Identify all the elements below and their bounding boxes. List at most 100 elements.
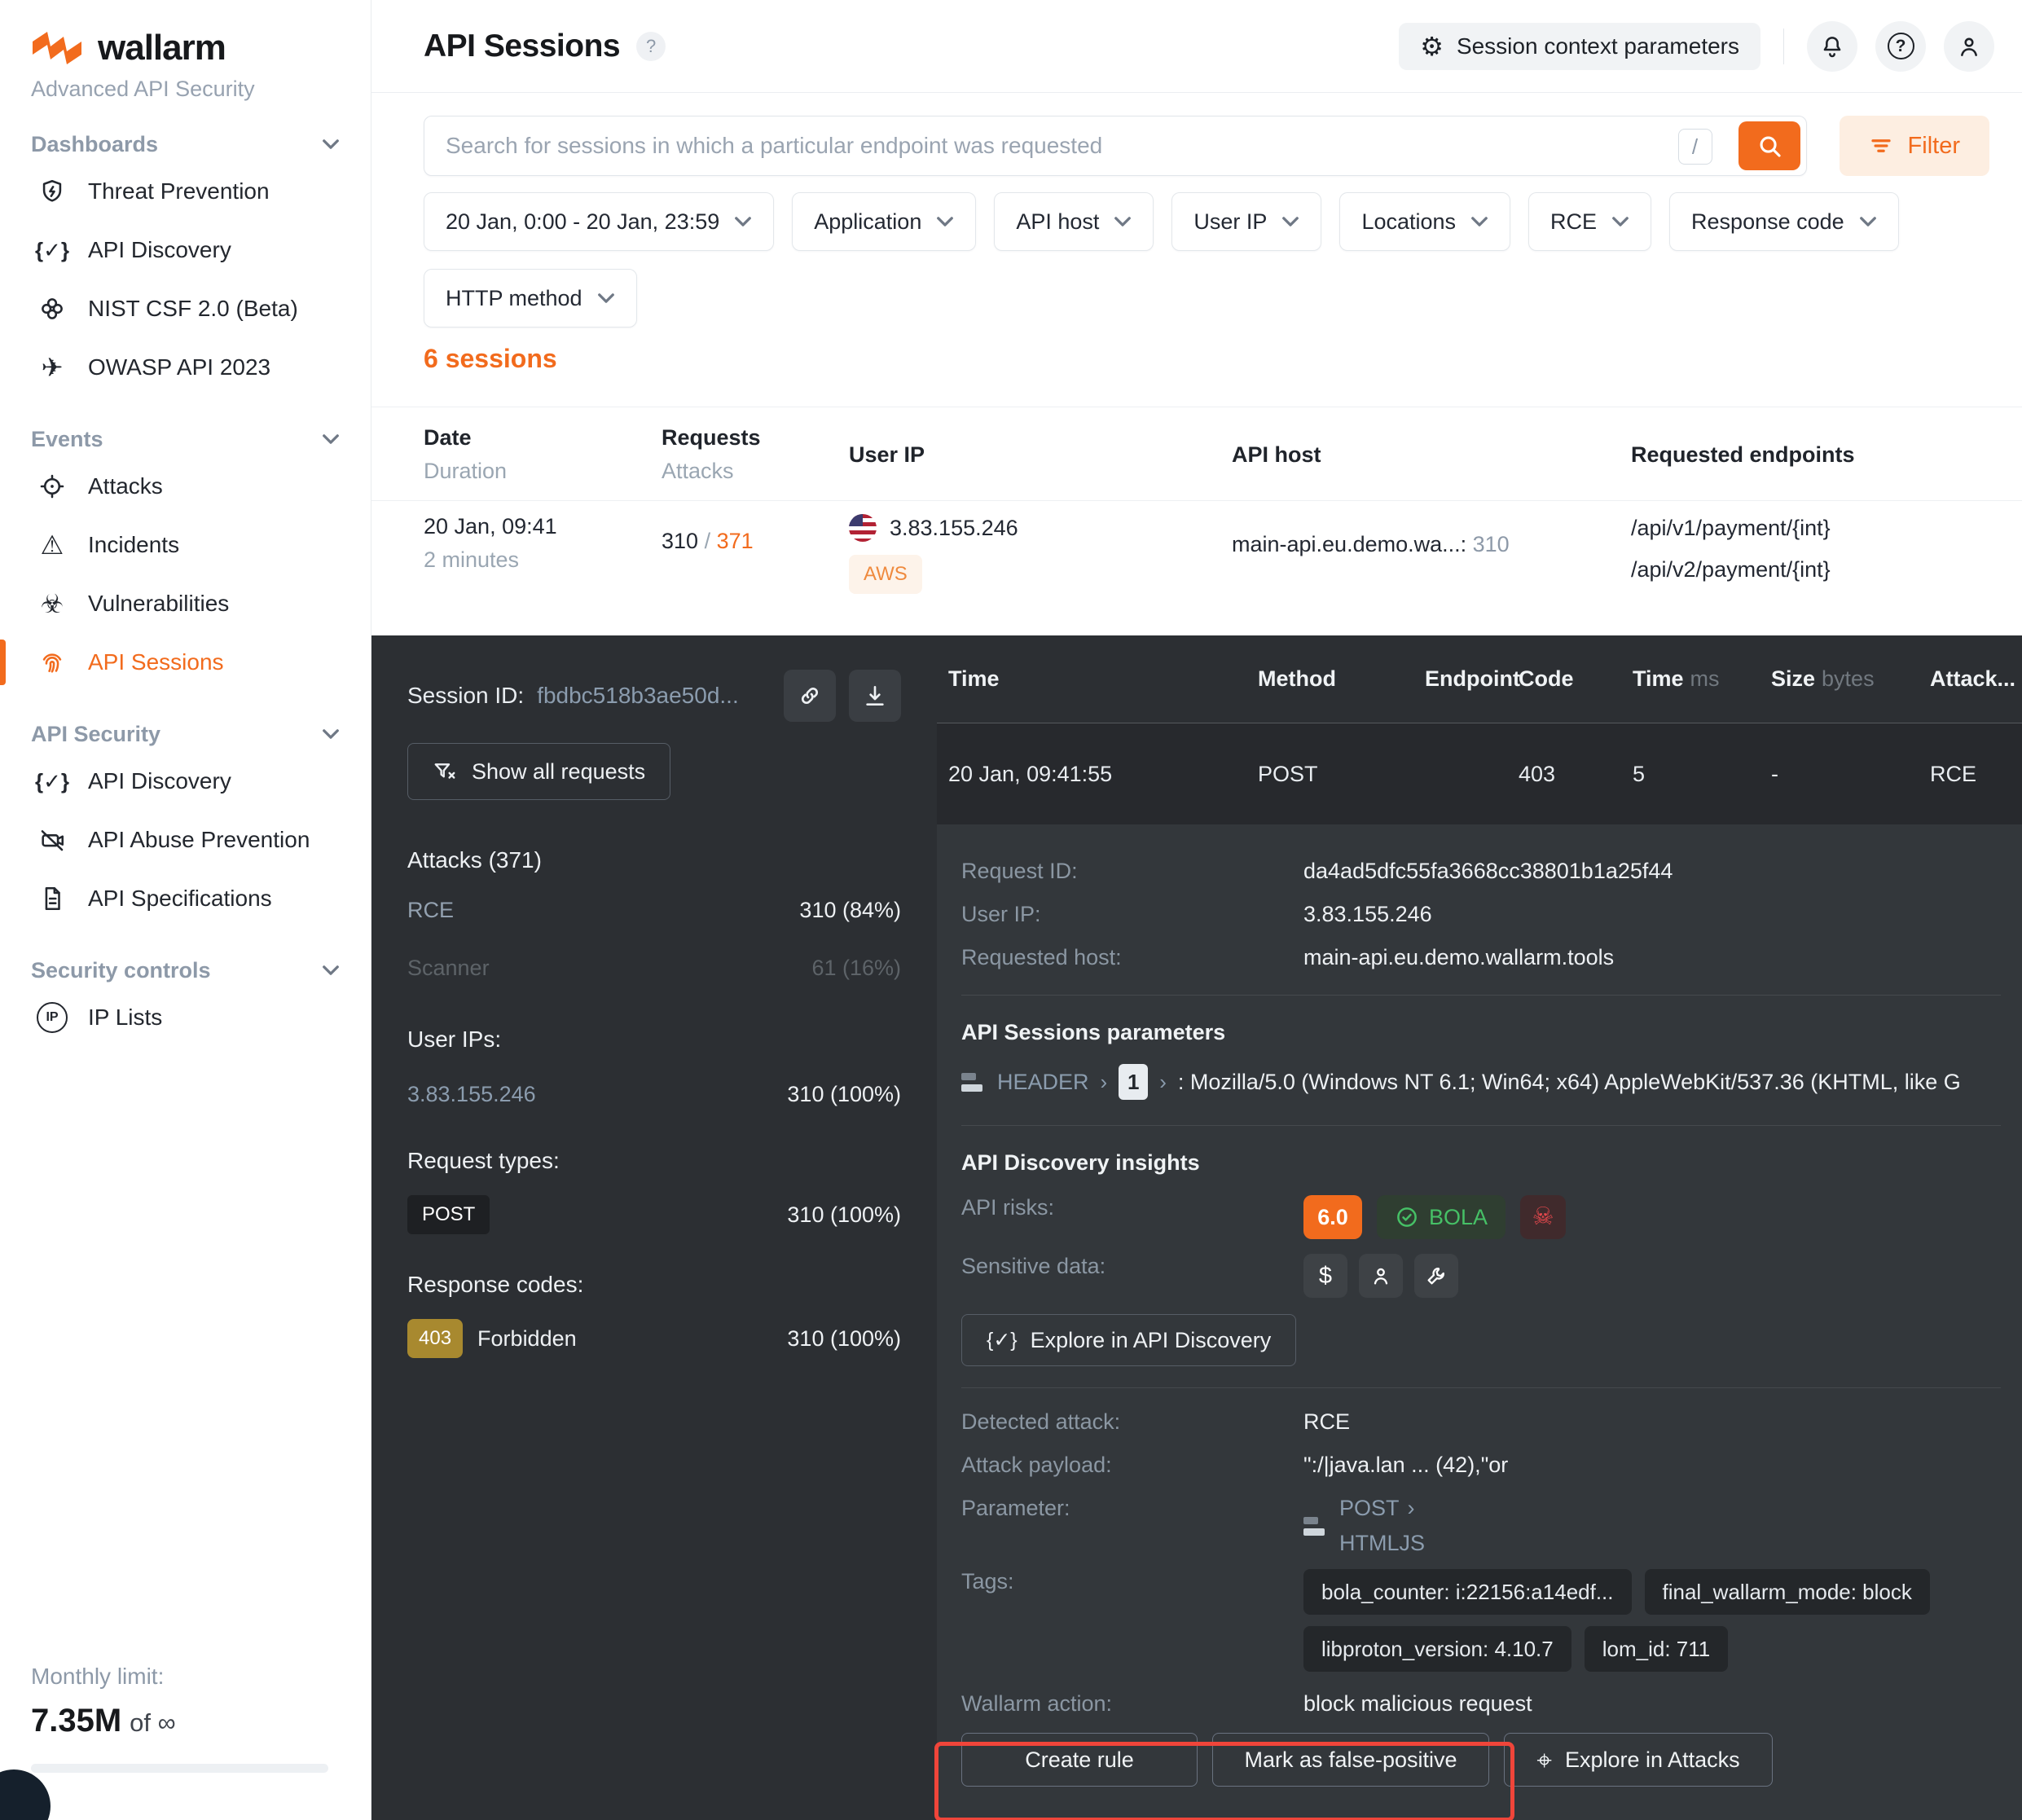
monthly-limit-progressbar xyxy=(31,1764,328,1773)
response-code-stat[interactable]: 403 Forbidden 310 (100%) xyxy=(407,1319,901,1358)
page-title: API Sessions xyxy=(424,29,620,64)
notifications-button[interactable] xyxy=(1807,21,1857,72)
filter-chip-api-host[interactable]: API host xyxy=(994,192,1154,251)
explore-in-attacks-button[interactable]: ⌖ Explore in Attacks xyxy=(1504,1733,1773,1787)
sidebar-item-nist-csf[interactable]: NIST CSF 2.0 (Beta) xyxy=(0,279,371,338)
parameter-lines-icon xyxy=(961,1073,986,1092)
attack-payload-value: ":/|java.lan ... (42),"or xyxy=(1303,1453,1508,1478)
parameter-htmljs[interactable]: HTMLJS xyxy=(1339,1531,1425,1556)
sidebar-item-incidents[interactable]: ⚠ Incidents xyxy=(0,516,371,574)
column-requests[interactable]: Requests xyxy=(662,425,849,451)
biohazard-icon: ☣ xyxy=(36,587,68,620)
column-api-host[interactable]: API host xyxy=(1232,442,1631,468)
create-rule-button[interactable]: Create rule xyxy=(961,1733,1198,1787)
parameter-method[interactable]: POST › xyxy=(1339,1496,1425,1521)
sidebar-item-api-specifications[interactable]: API Specifications xyxy=(0,869,371,928)
column-size[interactable]: Sizebytes xyxy=(1760,666,1919,692)
sessions-table-header: Date Duration Requests Attacks User IP A… xyxy=(371,407,2022,501)
tag-chip: bola_counter: i:22156:a14edf... xyxy=(1303,1569,1632,1615)
filter-chip-http-method[interactable]: HTTP method xyxy=(424,269,637,328)
sidebar-item-owasp-api[interactable]: ✈ OWASP API 2023 xyxy=(0,338,371,397)
request-code: 403 xyxy=(1507,762,1621,787)
sidebar-item-api-sessions[interactable]: API Sessions xyxy=(0,633,371,692)
session-date: 20 Jan, 09:41 xyxy=(424,514,662,539)
column-user-ip[interactable]: User IP xyxy=(849,442,1232,468)
title-help-icon[interactable]: ? xyxy=(636,32,666,61)
parameter-value: : Mozilla/5.0 (Windows NT 6.1; Win64; x6… xyxy=(1178,1070,2001,1095)
request-table-row[interactable]: 20 Jan, 09:41:55 POST 403 5 - RCE xyxy=(937,723,2022,824)
wallarm-logo-icon xyxy=(31,30,83,66)
filter-chip-response-code[interactable]: Response code xyxy=(1669,192,1899,251)
column-duration[interactable]: Duration xyxy=(424,459,662,484)
user-ips-title: User IPs: xyxy=(407,1026,901,1053)
api-sessions-parameters-title: API Sessions parameters xyxy=(961,1020,2001,1045)
bola-badge[interactable]: BOLA xyxy=(1377,1195,1506,1239)
sidebar-item-threat-prevention[interactable]: Threat Prevention xyxy=(0,162,371,221)
session-context-parameters-button[interactable]: ⚙ Session context parameters xyxy=(1399,23,1760,70)
session-endpoint: /api/v1/payment/{int} xyxy=(1631,516,1998,541)
parameter-lines-icon xyxy=(1303,1517,1328,1556)
column-attacks[interactable]: Attacks xyxy=(662,459,849,484)
user-ip-value: 3.83.155.246 xyxy=(1303,902,1432,927)
braces-icon: {✓} xyxy=(36,765,68,798)
sidebar-item-attacks[interactable]: Attacks xyxy=(0,457,371,516)
filter-chip-date-range[interactable]: 20 Jan, 0:00 - 20 Jan, 23:59 xyxy=(424,192,774,251)
filter-chip-user-ip[interactable]: User IP xyxy=(1171,192,1321,251)
user-ip-stat[interactable]: 3.83.155.246 310 (100%) xyxy=(407,1082,901,1107)
column-time-ms[interactable]: Timems xyxy=(1621,666,1760,692)
filter-chip-rce[interactable]: RCE xyxy=(1528,192,1651,251)
brand-subtitle: Advanced API Security xyxy=(31,77,340,102)
column-time[interactable]: Time xyxy=(937,666,1246,692)
column-date[interactable]: Date xyxy=(424,425,662,451)
sidebar-item-vulnerabilities[interactable]: ☣ Vulnerabilities xyxy=(0,574,371,633)
sidebar-section-api-security[interactable]: API Security xyxy=(0,716,371,752)
attack-stat-rce[interactable]: RCE 310 (84%) xyxy=(407,898,901,923)
attack-stat-scanner[interactable]: Scanner 61 (16%) xyxy=(407,956,901,981)
column-requested-endpoints[interactable]: Requested endpoints xyxy=(1631,442,1998,468)
search-input[interactable] xyxy=(424,116,1807,176)
sidebar-item-api-discovery[interactable]: {✓} API Discovery xyxy=(0,221,371,279)
column-code[interactable]: Code xyxy=(1507,666,1621,692)
sensitive-data-personal[interactable] xyxy=(1359,1254,1403,1298)
mark-false-positive-button[interactable]: Mark as false-positive xyxy=(1212,1733,1489,1787)
response-codes-title: Response codes: xyxy=(407,1272,901,1298)
request-type-stat[interactable]: POST 310 (100%) xyxy=(407,1195,901,1234)
session-duration: 2 minutes xyxy=(424,547,662,573)
download-icon xyxy=(862,683,888,709)
skull-badge[interactable]: ☠ xyxy=(1520,1195,1566,1239)
filter-icon xyxy=(1869,134,1893,158)
ip-lists-icon: IP xyxy=(36,1001,68,1034)
chevron-down-icon xyxy=(322,138,340,150)
session-parameter-line[interactable]: HEADER › 1 › : Mozilla/5.0 (Windows NT 6… xyxy=(961,1063,2001,1101)
chevron-down-icon xyxy=(1281,216,1299,227)
sensitive-data-financial[interactable]: $ xyxy=(1303,1254,1347,1298)
sidebar-item-api-discovery-2[interactable]: {✓} API Discovery xyxy=(0,752,371,811)
sidebar-item-ip-lists[interactable]: IP IP Lists xyxy=(0,988,371,1047)
show-all-requests-button[interactable]: Show all requests xyxy=(407,743,670,800)
copy-link-button[interactable] xyxy=(784,670,836,722)
sensitive-data-technical[interactable] xyxy=(1414,1254,1458,1298)
explore-in-api-discovery-button[interactable]: {✓} Explore in API Discovery xyxy=(961,1314,1296,1366)
attack-payload-label: Attack payload: xyxy=(961,1453,1303,1478)
download-button[interactable] xyxy=(849,670,901,722)
sidebar-section-security-controls[interactable]: Security controls xyxy=(0,952,371,988)
search-button[interactable] xyxy=(1738,121,1800,170)
column-attack[interactable]: Attack... xyxy=(1919,666,2022,692)
column-endpoint[interactable]: Endpoint xyxy=(1413,666,1507,692)
filter-button[interactable]: Filter xyxy=(1840,116,1989,176)
crosshair-icon xyxy=(36,470,68,503)
session-api-host[interactable]: main-api.eu.demo.wa...: xyxy=(1232,532,1466,556)
request-size: - xyxy=(1760,762,1919,787)
api-discovery-insights-title: API Discovery insights xyxy=(961,1150,2001,1176)
help-button[interactable]: ? xyxy=(1875,21,1926,72)
sidebar-item-api-abuse-prevention[interactable]: API Abuse Prevention xyxy=(0,811,371,869)
sidebar-section-events[interactable]: Events xyxy=(0,421,371,457)
parameter-source: HEADER xyxy=(997,1070,1089,1095)
session-table-row[interactable]: 20 Jan, 09:41 2 minutes 310 / 371 3.83.1… xyxy=(371,501,2022,617)
filter-chip-locations[interactable]: Locations xyxy=(1339,192,1510,251)
monthly-limit: Monthly limit: 7.35Mof ∞ xyxy=(0,1664,371,1820)
sidebar-section-dashboards[interactable]: Dashboards xyxy=(0,126,371,162)
column-method[interactable]: Method xyxy=(1246,666,1413,692)
filter-chip-application[interactable]: Application xyxy=(792,192,976,251)
user-menu-button[interactable] xyxy=(1944,21,1994,72)
